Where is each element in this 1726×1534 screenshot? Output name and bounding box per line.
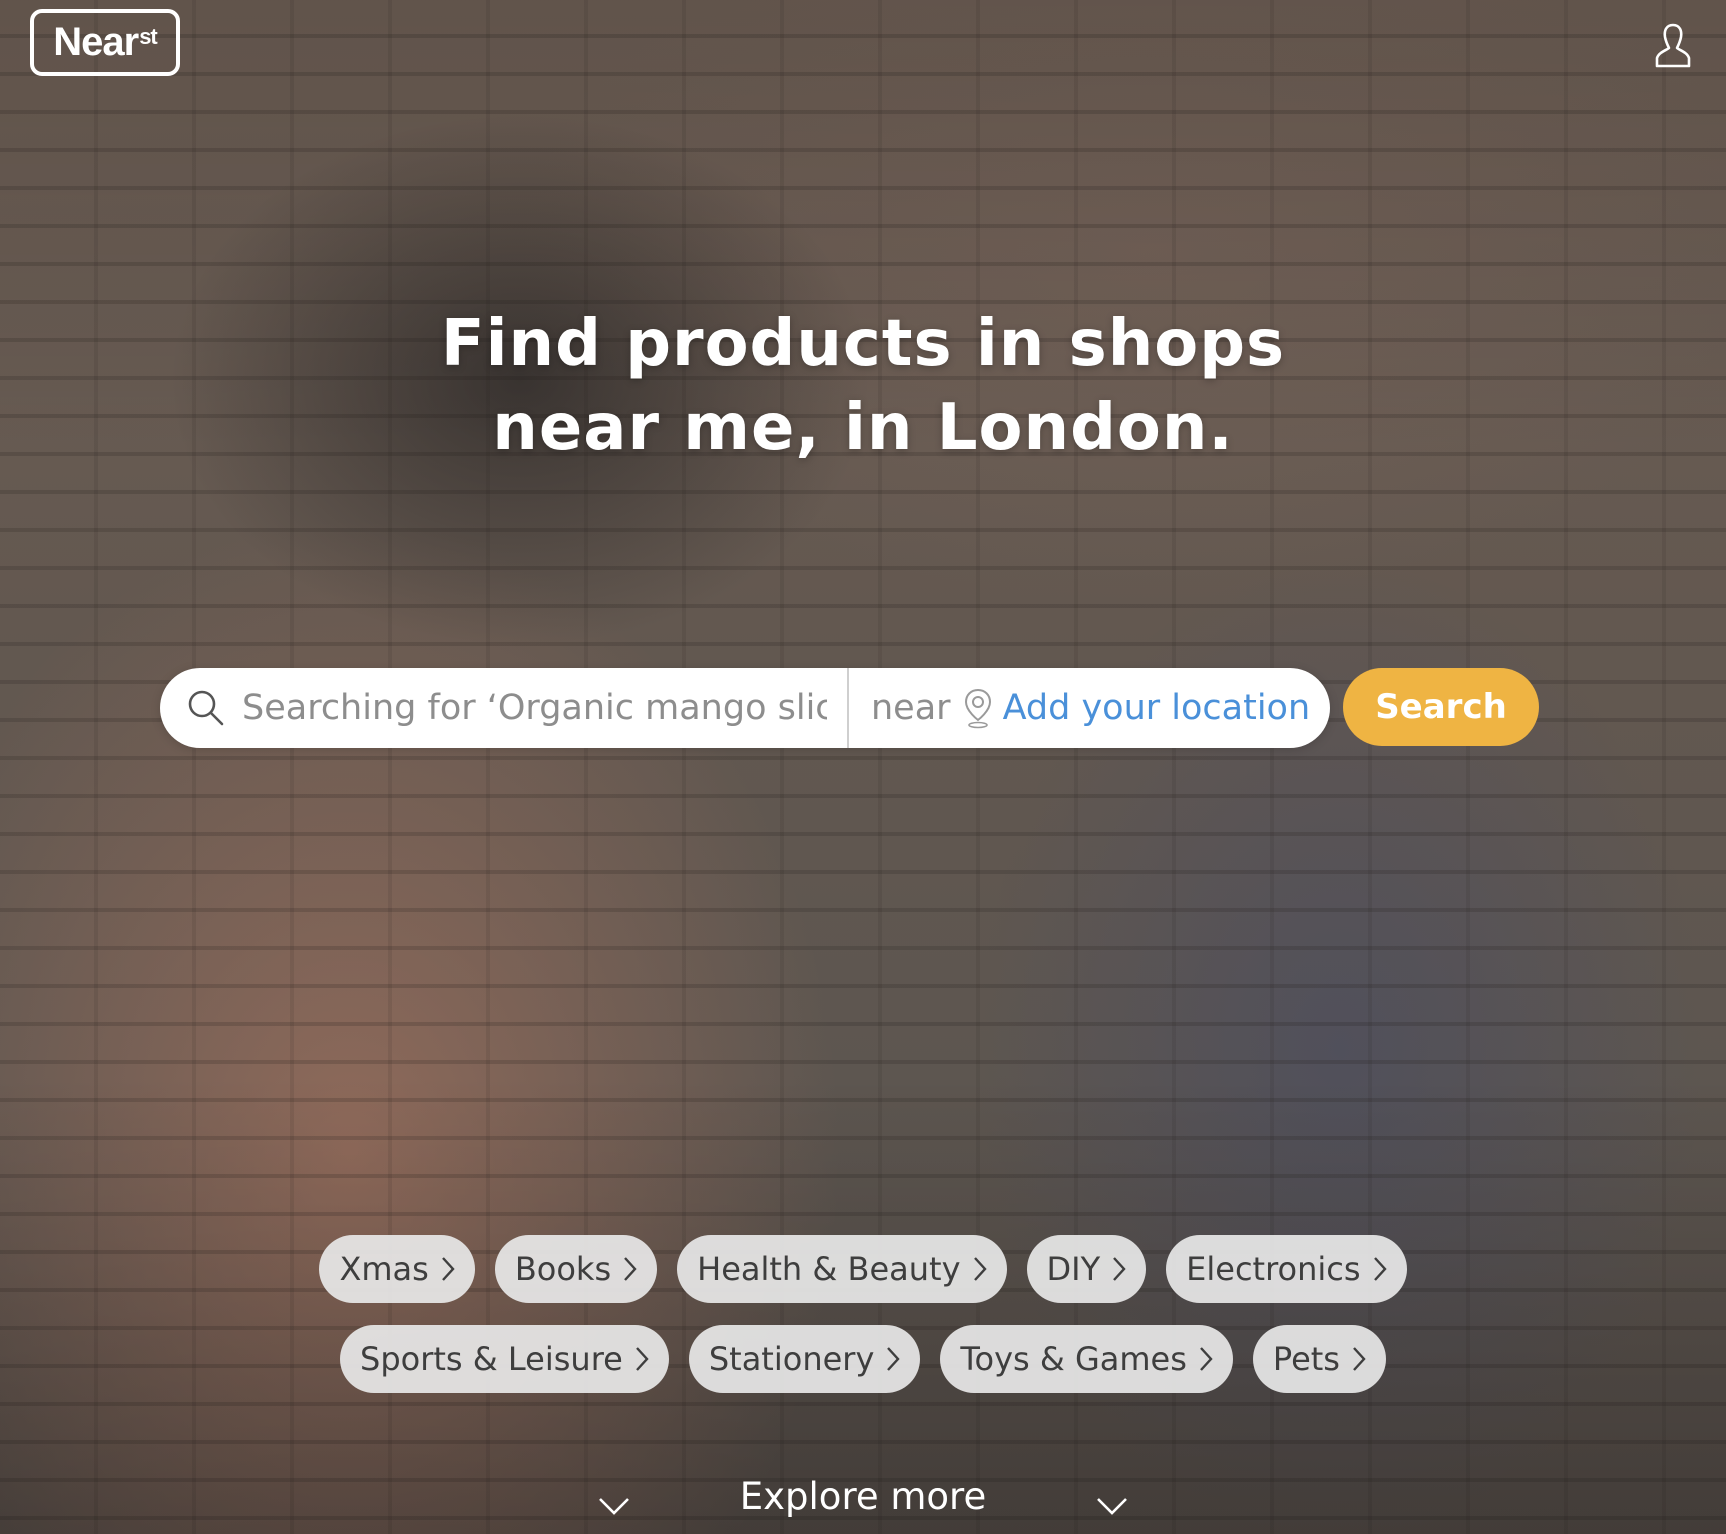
category-chip-label: Toys & Games [960,1340,1187,1378]
chevron-right-icon [887,1347,900,1371]
near-label: near [871,688,951,728]
search-icon [188,690,224,726]
chevron-down-icon[interactable] [1096,1497,1128,1515]
category-chip-label: Stationery [708,1340,875,1378]
search-button[interactable]: Search [1343,668,1539,746]
category-chip-label: Health & Beauty [697,1250,961,1288]
logo-text: Near [53,20,139,64]
category-chip-electronics[interactable]: Electronics [1166,1235,1407,1303]
add-location-link[interactable]: Add your location [1003,688,1311,728]
chevron-right-icon [1200,1347,1213,1371]
category-chip-label: Xmas [339,1250,429,1288]
category-chip-health-beauty[interactable]: Health & Beauty [677,1235,1007,1303]
explore-more: Explore more [0,1466,1726,1526]
product-search-input[interactable] [242,688,827,728]
hero-title-line-2: near me, in London. [492,391,1234,465]
hero-title: Find products in shops near me, in Londo… [0,302,1726,470]
search-bar: near Add your location [160,668,1330,748]
category-chip-label: Books [514,1250,612,1288]
category-chip-sports-leisure[interactable]: Sports & Leisure [340,1325,669,1393]
category-chip-books[interactable]: Books [494,1235,658,1303]
category-chip-label: Electronics [1186,1250,1361,1288]
chevron-right-icon [1373,1257,1387,1281]
background-vignette [0,0,1726,1534]
category-chip-xmas[interactable]: Xmas [319,1235,475,1303]
chevron-right-icon [1113,1257,1126,1281]
search-divider [847,668,849,748]
category-row-2: Sports & Leisure Stationery Toys & Games… [0,1325,1726,1393]
category-chip-pets[interactable]: Pets [1252,1325,1386,1393]
category-chip-label: DIY [1046,1250,1101,1288]
chevron-down-icon[interactable] [598,1497,630,1515]
category-chip-label: Sports & Leisure [360,1340,623,1378]
chevron-right-icon [1353,1347,1366,1371]
category-chip-stationery[interactable]: Stationery [688,1325,921,1393]
user-icon[interactable] [1654,22,1692,70]
category-chip-diy[interactable]: DIY [1026,1235,1147,1303]
location-pin-icon [964,688,991,729]
chevron-right-icon [624,1257,637,1281]
logo-superscript: st [139,23,158,49]
category-row-1: Xmas Books Health & Beauty DIY Electroni… [0,1235,1726,1303]
hero-background-photo [0,0,1726,1534]
chevron-right-icon [441,1257,455,1281]
explore-more-link[interactable]: Explore more [740,1475,986,1518]
category-chip-label: Pets [1272,1340,1340,1378]
chevron-right-icon [973,1257,987,1281]
nearst-logo[interactable]: Near st [30,9,180,76]
category-chip-toys-games[interactable]: Toys & Games [940,1325,1233,1393]
hero-title-line-1: Find products in shops [440,307,1286,381]
chevron-right-icon [635,1347,649,1371]
